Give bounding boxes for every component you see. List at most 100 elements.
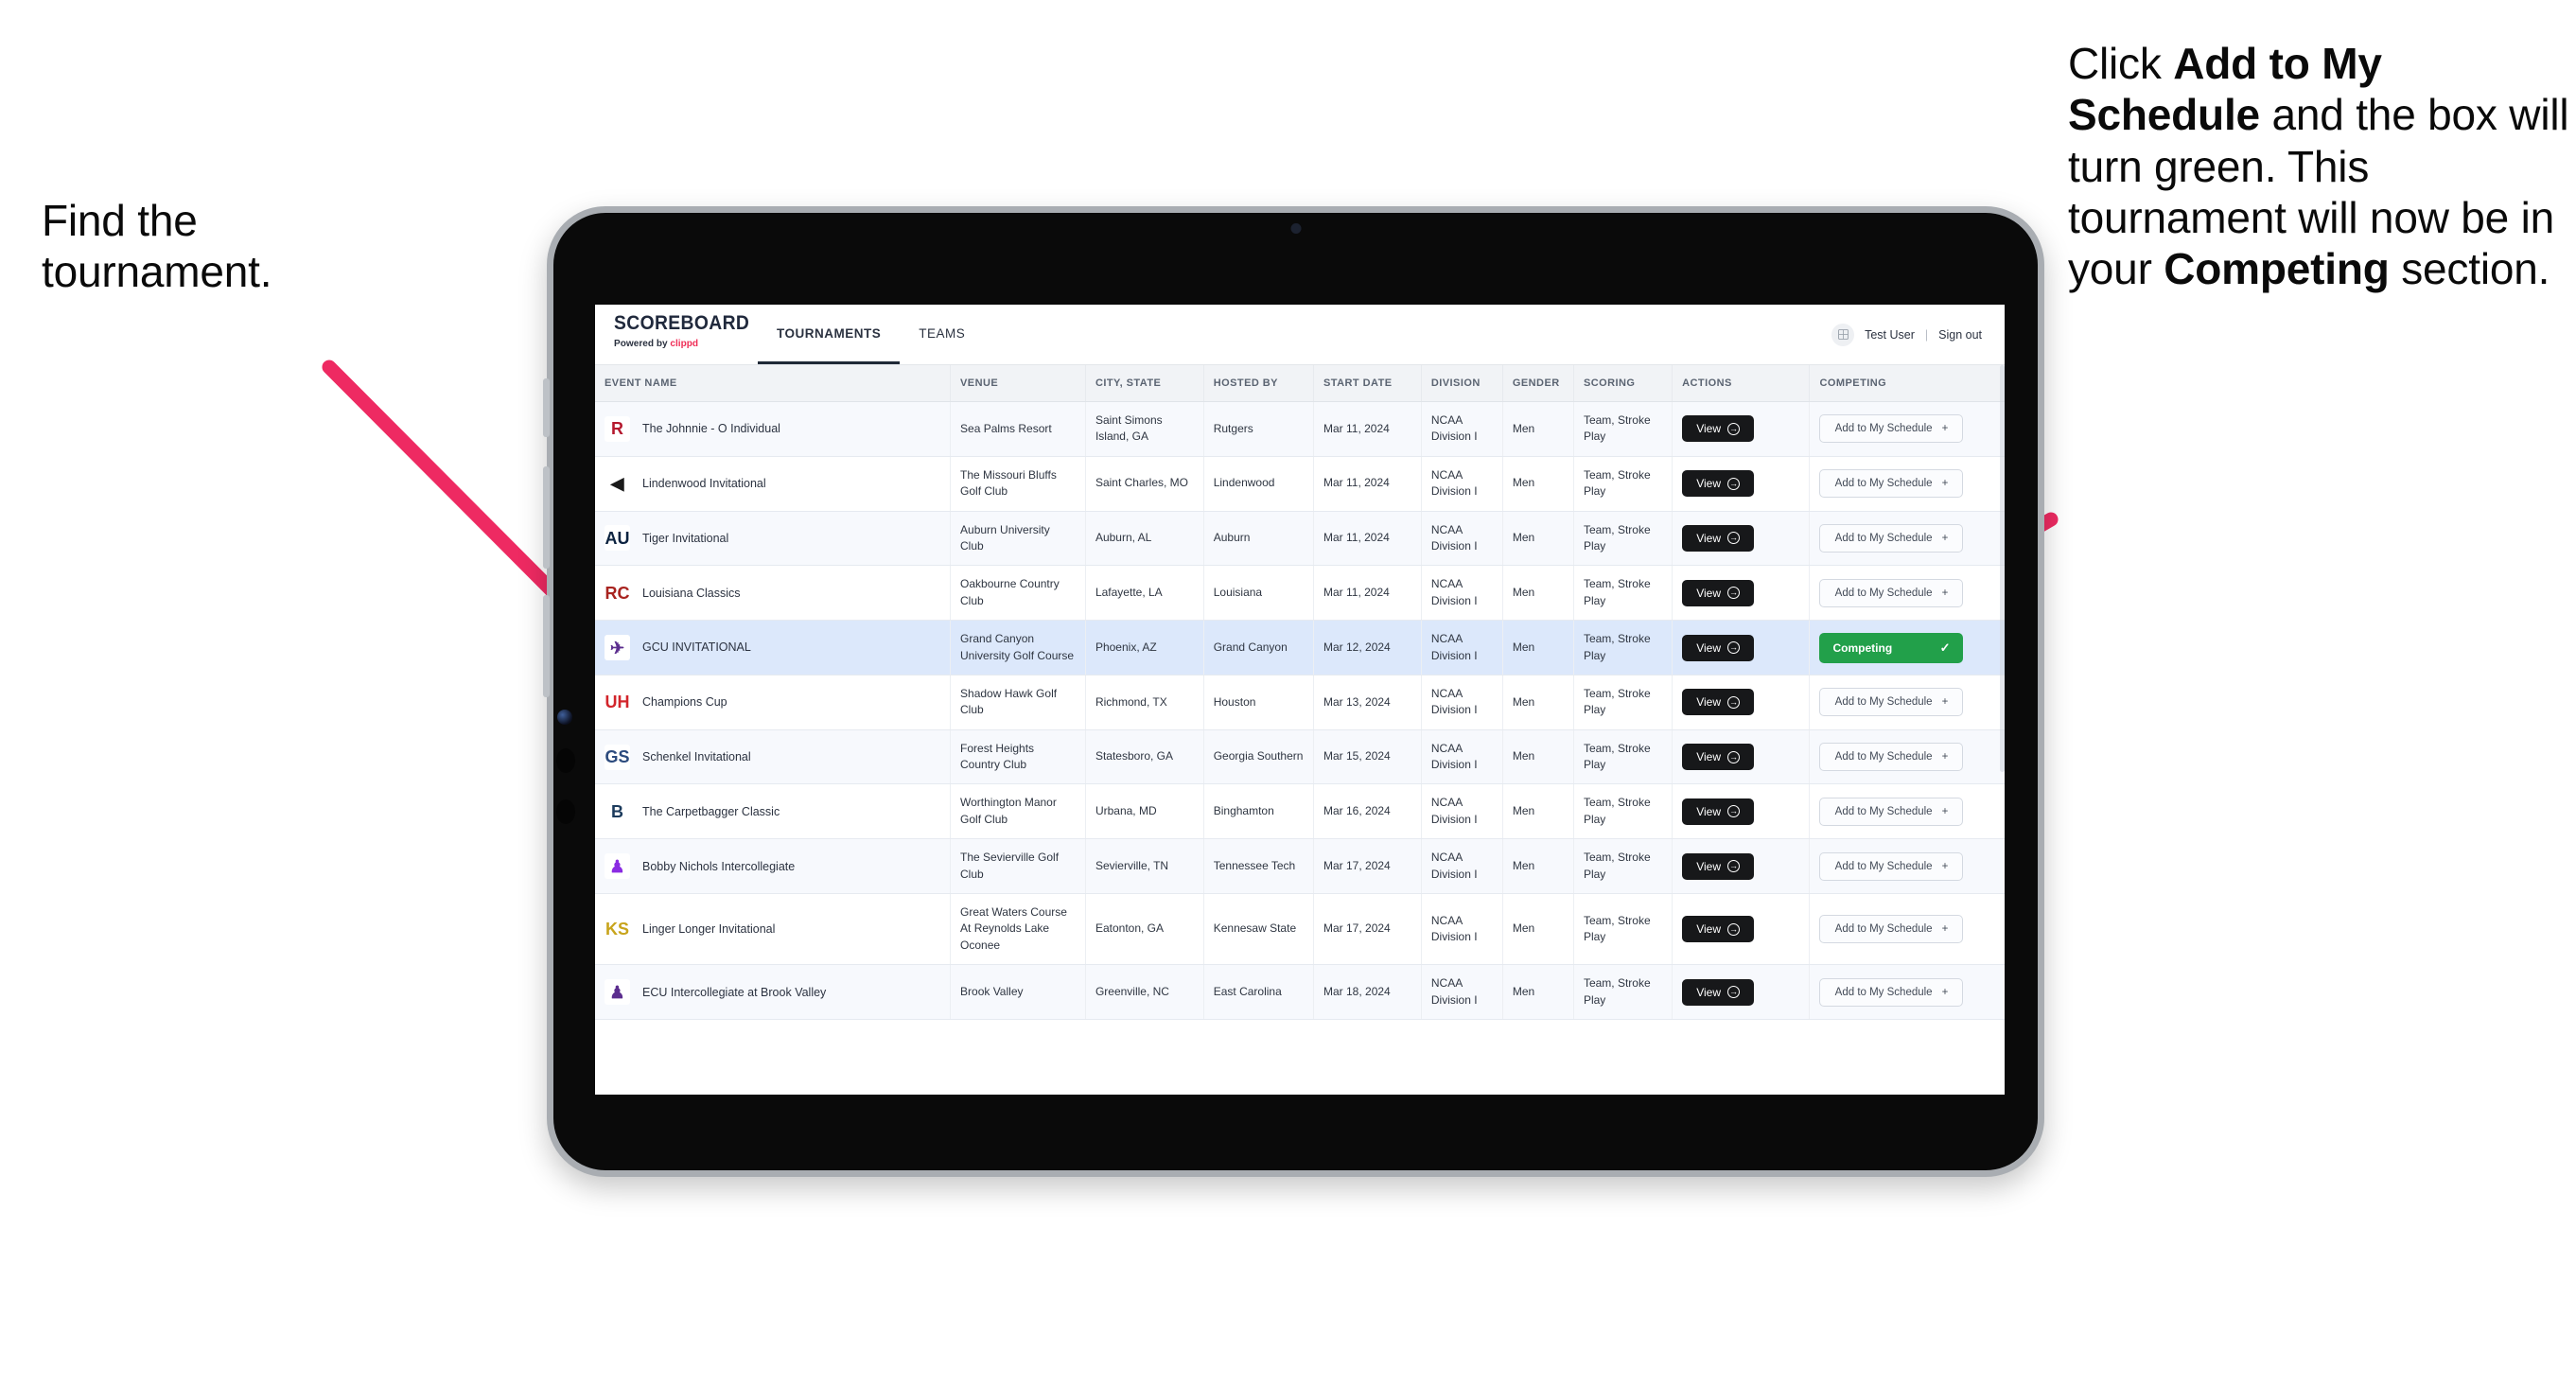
cell-event-name: RC Louisiana Classics: [595, 565, 952, 622]
table-row[interactable]: R The Johnnie - O Individual Sea Palms Res…: [595, 401, 2005, 457]
annotation-right-post: section.: [2389, 244, 2550, 294]
header-right: Test User | Sign out: [1831, 305, 2005, 364]
view-button[interactable]: View →: [1682, 916, 1755, 943]
cell-scoring: Team, Stroke Play: [1573, 565, 1674, 622]
team-logo-icon: ♟: [605, 853, 630, 880]
view-button[interactable]: View →: [1682, 634, 1755, 661]
annotation-right-pre: Click: [2068, 39, 2174, 88]
cell-division: NCAA Division I: [1421, 964, 1503, 1020]
column-header-hosted-by[interactable]: HOSTED BY: [1203, 365, 1315, 402]
add-to-my-schedule-button[interactable]: Add to My Schedule +: [1819, 414, 1964, 444]
view-button[interactable]: View →: [1682, 798, 1755, 825]
column-header-competing[interactable]: COMPETING: [1809, 365, 2005, 402]
tablet-device: SCOREBOARD Powered by clippd TOURNAMENTS…: [543, 206, 2044, 1177]
column-header-event-name[interactable]: EVENT NAME: [595, 365, 952, 402]
cell-competing: Add to My Schedule +: [1809, 675, 2005, 730]
add-to-my-schedule-label: Add to My Schedule: [1834, 532, 1933, 544]
view-button-label: View: [1696, 477, 1722, 491]
table-row[interactable]: ♟ Bobby Nichols Intercollegiate The Sevier…: [595, 838, 2005, 895]
add-to-my-schedule-button[interactable]: Add to My Schedule +: [1819, 523, 1964, 553]
cell-gender: Men: [1502, 675, 1574, 730]
cell-start-date: Mar 13, 2024: [1313, 675, 1422, 730]
cell-actions: View →: [1672, 838, 1811, 895]
table-row[interactable]: ✈ GCU INVITATIONAL Grand Canyon University…: [595, 620, 2005, 675]
table-body: R The Johnnie - O Individual Sea Palms Res…: [595, 401, 2005, 1020]
add-to-my-schedule-label: Add to My Schedule: [1834, 696, 1933, 709]
brand-clippd: clippd: [670, 338, 699, 349]
team-logo-icon: ✈: [605, 635, 630, 661]
annotation-right: Click Add to My Schedule and the box wil…: [2068, 38, 2576, 294]
cell-competing: Add to My Schedule +: [1809, 838, 2005, 895]
table-row[interactable]: UH Champions Cup Shadow Hawk Golf Club Rich…: [595, 675, 2005, 730]
user-grid-icon[interactable]: [1831, 323, 1855, 346]
event-name-label: GCU INVITATIONAL: [642, 640, 751, 655]
tab-tournaments[interactable]: TOURNAMENTS: [758, 305, 901, 364]
tablet-volume-up-button[interactable]: [543, 466, 550, 569]
table-row[interactable]: AU Tiger Invitational Auburn University Cl…: [595, 511, 2005, 567]
event-name-label: Schenkel Invitational: [642, 750, 751, 764]
competing-button[interactable]: Competing ✓: [1819, 632, 1964, 663]
cell-city-state: Sevierville, TN: [1085, 838, 1204, 895]
view-button[interactable]: View →: [1682, 978, 1755, 1006]
column-header-division[interactable]: DIVISION: [1421, 365, 1503, 402]
sign-out-link[interactable]: Sign out: [1938, 328, 1982, 342]
column-header-actions[interactable]: ACTIONS: [1672, 365, 1811, 402]
arrow-right-circle-icon: →: [1727, 641, 1741, 655]
tablet-dot-one: [556, 748, 575, 773]
cell-start-date: Mar 11, 2024: [1313, 456, 1422, 512]
cell-scoring: Team, Stroke Play: [1573, 620, 1674, 675]
table-row[interactable]: GS Schenkel Invitational Forest Heights Co…: [595, 729, 2005, 785]
event-name-label: The Carpetbagger Classic: [642, 804, 780, 818]
plus-icon: +: [1941, 986, 1949, 998]
view-button[interactable]: View →: [1682, 852, 1755, 880]
cell-start-date: Mar 16, 2024: [1313, 783, 1422, 840]
column-header-city-state[interactable]: CITY, STATE: [1085, 365, 1204, 402]
event-name-label: Bobby Nichols Intercollegiate: [642, 859, 796, 873]
tab-teams[interactable]: TEAMS: [900, 305, 984, 364]
view-button[interactable]: View →: [1682, 524, 1755, 552]
column-header-scoring[interactable]: SCORING: [1573, 365, 1674, 402]
brand-powered-prefix: Powered by: [614, 338, 671, 349]
view-button[interactable]: View →: [1682, 415, 1755, 443]
table-row[interactable]: RC Louisiana Classics Oakbourne Country Cl…: [595, 565, 2005, 622]
cell-start-date: Mar 11, 2024: [1313, 565, 1422, 622]
event-name-label: Linger Longer Invitational: [642, 922, 776, 937]
add-to-my-schedule-button[interactable]: Add to My Schedule +: [1819, 743, 1964, 772]
add-to-my-schedule-button[interactable]: Add to My Schedule +: [1819, 915, 1964, 944]
cell-start-date: Mar 17, 2024: [1313, 893, 1422, 966]
view-button-label: View: [1696, 531, 1722, 545]
add-to-my-schedule-button[interactable]: Add to My Schedule +: [1819, 688, 1964, 717]
user-name-label[interactable]: Test User: [1865, 328, 1915, 342]
add-to-my-schedule-button[interactable]: Add to My Schedule +: [1819, 469, 1964, 499]
cell-division: NCAA Division I: [1421, 893, 1503, 966]
column-header-gender[interactable]: GENDER: [1502, 365, 1574, 402]
team-logo-icon: B: [605, 798, 630, 825]
table-row[interactable]: ♟ ECU Intercollegiate at Brook Valley Broo…: [595, 964, 2005, 1020]
add-to-my-schedule-button[interactable]: Add to My Schedule +: [1819, 578, 1964, 607]
tablet-volume-down-button[interactable]: [543, 595, 550, 697]
view-button[interactable]: View →: [1682, 689, 1755, 716]
cell-gender: Men: [1502, 838, 1574, 895]
add-to-my-schedule-label: Add to My Schedule: [1834, 478, 1933, 490]
add-to-my-schedule-button[interactable]: Add to My Schedule +: [1819, 977, 1964, 1007]
table-row[interactable]: KS Linger Longer Invitational Great Waters…: [595, 893, 2005, 966]
tablet-button-top[interactable]: [543, 378, 550, 437]
view-button[interactable]: View →: [1682, 579, 1755, 606]
table-row[interactable]: ◀ Lindenwood Invitational The Missouri Blu…: [595, 456, 2005, 512]
add-to-my-schedule-label: Add to My Schedule: [1834, 923, 1933, 936]
column-header-start-date[interactable]: START DATE: [1313, 365, 1422, 402]
view-button-label: View: [1696, 985, 1722, 999]
cell-city-state: Auburn, AL: [1085, 511, 1204, 567]
add-to-my-schedule-button[interactable]: Add to My Schedule +: [1819, 851, 1964, 881]
column-header-venue[interactable]: VENUE: [950, 365, 1086, 402]
view-button[interactable]: View →: [1682, 470, 1755, 498]
cell-hosted-by: Houston: [1203, 675, 1315, 730]
add-to-my-schedule-button[interactable]: Add to My Schedule +: [1819, 797, 1964, 826]
cell-venue: Auburn University Club: [950, 511, 1086, 567]
view-button[interactable]: View →: [1682, 744, 1755, 771]
header-separator: |: [1924, 327, 1929, 342]
cell-city-state: Richmond, TX: [1085, 675, 1204, 730]
table-row[interactable]: B The Carpetbagger Classic Worthington Man…: [595, 783, 2005, 840]
vertical-scrollbar[interactable]: [2000, 365, 2005, 772]
cell-event-name: ♟ ECU Intercollegiate at Brook Valley: [595, 964, 952, 1020]
